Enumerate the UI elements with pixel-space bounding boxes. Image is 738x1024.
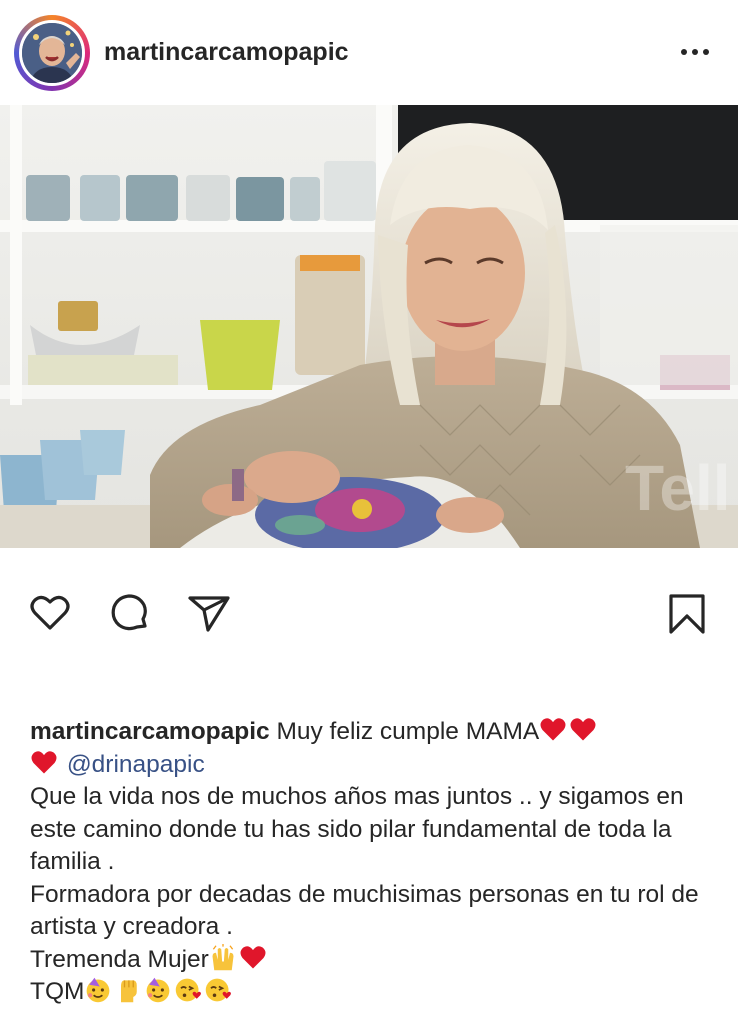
more-options-button[interactable] bbox=[676, 36, 716, 66]
red-heart-emoji-icon bbox=[31, 750, 57, 773]
caption-tqm-text: TQM bbox=[30, 978, 85, 1005]
caption-greeting: Muy feliz cumple MAMA bbox=[276, 718, 540, 745]
post-header: martincarcamopapic bbox=[0, 0, 738, 104]
photo-watermark: Tell bbox=[625, 452, 731, 524]
story-ring[interactable] bbox=[14, 15, 90, 91]
share-button[interactable] bbox=[186, 590, 232, 636]
face-blowing-kiss-emoji-icon bbox=[206, 978, 232, 1002]
like-button[interactable] bbox=[27, 590, 73, 636]
more-horizontal-icon bbox=[681, 49, 709, 55]
raised-fist-emoji-icon bbox=[121, 980, 138, 1003]
post-actions-bar bbox=[0, 590, 738, 640]
caption-line-tqm: TQM bbox=[30, 976, 710, 1009]
caption-line-1: martincarcamopapic Muy feliz cumple MAMA bbox=[30, 716, 710, 749]
face-blowing-kiss-emoji-icon bbox=[176, 978, 202, 1002]
caption-mention[interactable]: @drinapapic bbox=[67, 751, 205, 778]
partying-face-emoji-icon bbox=[147, 977, 170, 1003]
post-author-username[interactable]: martincarcamopapic bbox=[104, 38, 349, 67]
comment-icon bbox=[111, 594, 147, 631]
heart-icon bbox=[30, 595, 70, 630]
red-heart-emoji-icon bbox=[240, 945, 266, 968]
comment-button[interactable] bbox=[107, 590, 153, 636]
caption-line-2: @drinapapic bbox=[30, 749, 710, 782]
red-heart-emoji-icon bbox=[540, 718, 566, 741]
post-photo[interactable]: Tell bbox=[0, 105, 738, 548]
caption-tremenda-text: Tremenda Mujer bbox=[30, 945, 209, 973]
raising-hands-emoji-icon bbox=[212, 943, 234, 970]
caption-line-tremenda: Tremenda Mujer bbox=[30, 943, 710, 977]
save-button[interactable] bbox=[664, 590, 710, 636]
post-caption: martincarcamopapic Muy feliz cumple MAMA… bbox=[30, 716, 710, 1009]
caption-paragraph-2: Formadora por decadas de muchisimas pers… bbox=[30, 880, 699, 941]
partying-face-emoji-icon bbox=[87, 977, 110, 1003]
bookmark-icon bbox=[669, 594, 705, 634]
caption-author[interactable]: martincarcamopapic bbox=[30, 718, 270, 745]
avatar-image bbox=[22, 23, 82, 83]
avatar[interactable] bbox=[19, 20, 85, 86]
share-icon bbox=[188, 596, 230, 632]
caption-paragraph-1: Que la vida nos de muchos años mas junto… bbox=[30, 783, 684, 875]
red-heart-emoji-icon bbox=[570, 718, 596, 741]
photo-woman-embroidering: Tell bbox=[0, 105, 738, 548]
